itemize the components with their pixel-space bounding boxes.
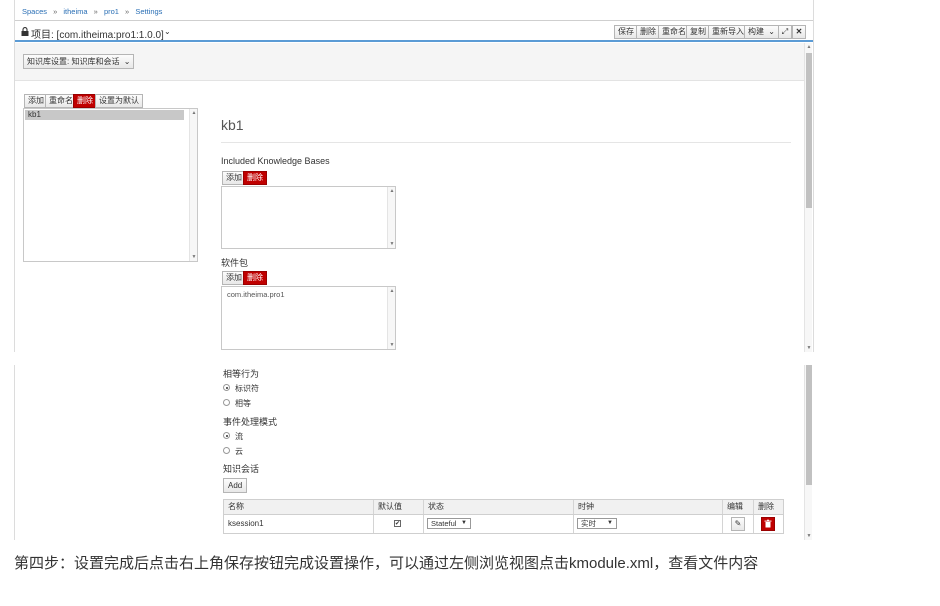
page-scrollbar[interactable]: ▲ ▼	[804, 43, 812, 352]
kb-title: kb1	[221, 117, 244, 133]
session-default-cell: ✔	[374, 515, 424, 533]
reimport-button[interactable]: 重新导入	[708, 25, 748, 39]
caret-down-icon: ▼	[461, 520, 467, 526]
save-button[interactable]: 保存	[614, 25, 638, 39]
session-edit-cell: ✎	[723, 515, 754, 533]
session-clock-cell: 实时 ▼	[574, 515, 723, 533]
build-button[interactable]: 构建 ⌄	[744, 25, 779, 39]
breadcrumb-spaces[interactable]: Spaces	[22, 7, 47, 16]
sessions-label: 知识会话	[223, 464, 260, 474]
event-mode-radio-cloud[interactable]	[223, 447, 230, 454]
equality-radio-equality[interactable]	[223, 399, 230, 406]
session-delete-cell	[754, 515, 783, 533]
breadcrumb-settings[interactable]: Settings	[135, 7, 162, 16]
breadcrumb-itheima[interactable]: itheima	[63, 7, 87, 16]
package-item[interactable]: com.itheima.pro1	[227, 290, 285, 299]
event-mode-option-stream: 流	[235, 432, 243, 441]
edit-icon[interactable]: ✎	[731, 517, 745, 531]
session-state-cell: Stateful ▼	[424, 515, 574, 533]
build-label: 构建	[748, 27, 764, 36]
equality-option-identity: 标识符	[235, 384, 259, 393]
caption-text: 第四步：设置完成后点击右上角保存按钮完成设置操作，可以通过左侧浏览视图点击kmo…	[14, 555, 759, 572]
column-header-clock: 时钟	[574, 500, 723, 514]
packages-scrollbar[interactable]: ▲ ▼	[387, 287, 395, 349]
kb-list-item[interactable]: kb1	[25, 110, 184, 120]
packages-delete-button[interactable]: 删除	[243, 271, 267, 285]
included-kb-label: Included Knowledge Bases	[221, 156, 330, 166]
state-select[interactable]: Stateful ▼	[427, 518, 471, 529]
column-header-delete: 删除	[758, 502, 774, 511]
column-header-state: 状态	[424, 500, 574, 514]
project-title: 项目: [com.itheima:pro1:1.0.0]	[31, 30, 164, 41]
title-divider	[221, 142, 791, 143]
chevron-down-icon[interactable]: ⌄	[164, 27, 171, 36]
equality-option-equality: 相等	[235, 399, 251, 408]
expand-icon[interactable]: ⤢	[778, 25, 792, 39]
scroll-down-icon[interactable]: ▼	[805, 344, 813, 352]
copy-button[interactable]: 复制	[686, 25, 710, 39]
event-mode-radio-stream[interactable]	[223, 432, 230, 439]
breadcrumb-separator: »	[125, 7, 130, 16]
event-mode-label: 事件处理模式	[223, 417, 278, 427]
kbase-settings-label: 知识库设置: 知识库和会话	[27, 57, 120, 66]
scroll-up-icon[interactable]: ▲	[805, 43, 813, 51]
scroll-down-icon[interactable]: ▼	[388, 240, 396, 248]
caret-down-icon: ▼	[607, 520, 613, 526]
breadcrumb-separator: »	[53, 7, 58, 16]
scroll-down-icon[interactable]: ▼	[388, 341, 396, 349]
kb-list-scrollbar[interactable]: ▲ ▼	[189, 109, 197, 261]
event-mode-option-cloud: 云	[235, 447, 243, 456]
column-header-edit: 编辑	[723, 500, 754, 514]
lock-icon	[21, 27, 29, 36]
scroll-up-icon[interactable]: ▲	[388, 287, 396, 295]
delete-button[interactable]: 删除	[636, 25, 660, 39]
close-icon[interactable]: ✕	[792, 25, 806, 39]
kb-list[interactable]: kb1 ▲ ▼	[23, 108, 198, 262]
kb-delete-button[interactable]: 删除	[73, 94, 97, 108]
breadcrumb-pro1[interactable]: pro1	[104, 7, 119, 16]
scroll-down-icon[interactable]: ▼	[805, 532, 813, 540]
kb-set-default-button[interactable]: 设置为默认	[95, 94, 143, 108]
equality-label: 相等行为	[223, 369, 260, 379]
clock-select-value: 实时	[581, 519, 596, 528]
kbase-settings-dropdown[interactable]: 知识库设置: 知识库和会话 ⌄	[23, 54, 135, 69]
included-kb-list[interactable]: ▲ ▼	[221, 186, 396, 249]
clock-select[interactable]: 实时 ▼	[577, 518, 617, 529]
equality-radio-identity[interactable]	[223, 384, 230, 391]
column-header-name: 名称	[224, 500, 374, 514]
default-checkbox[interactable]: ✔	[394, 520, 401, 527]
state-select-value: Stateful	[431, 519, 457, 528]
chevron-down-icon: ⌄	[123, 57, 131, 66]
scroll-thumb[interactable]	[806, 53, 812, 208]
trash-icon[interactable]	[761, 517, 775, 531]
included-kb-scrollbar[interactable]: ▲ ▼	[387, 187, 395, 248]
session-name-cell: ksession1	[224, 515, 374, 533]
scroll-thumb[interactable]	[806, 365, 812, 485]
sessions-table: 名称 默认值 状态 时钟 编辑 删除 ksession1 ✔ Stateful …	[223, 499, 784, 534]
sessions-add-button[interactable]: Add	[223, 478, 248, 493]
page-scrollbar-lower[interactable]: ▼	[804, 365, 812, 540]
packages-label: 软件包	[221, 258, 249, 268]
packages-list[interactable]: com.itheima.pro1 ▲ ▼	[221, 286, 396, 350]
scroll-up-icon[interactable]: ▲	[190, 109, 198, 117]
scroll-down-icon[interactable]: ▼	[190, 253, 198, 261]
column-header-default: 默认值	[374, 500, 424, 514]
chevron-down-icon: ⌄	[768, 27, 775, 36]
included-kb-delete-button[interactable]: 删除	[243, 171, 267, 185]
breadcrumb: Spaces » itheima » pro1 » Settings	[22, 7, 162, 17]
breadcrumb-separator: »	[93, 7, 98, 16]
scroll-up-icon[interactable]: ▲	[388, 187, 396, 195]
